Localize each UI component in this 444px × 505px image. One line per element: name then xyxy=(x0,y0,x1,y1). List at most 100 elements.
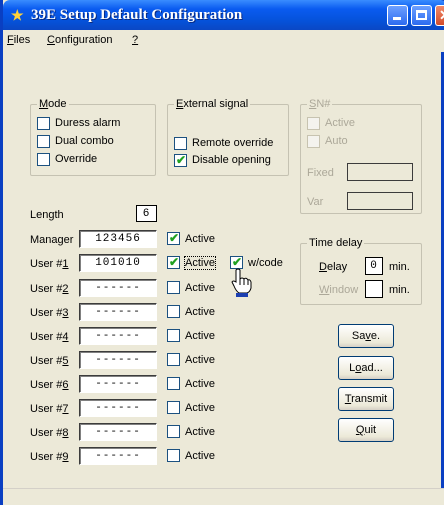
sn-group: SN# Active Auto Fixed Var xyxy=(300,98,422,214)
user-5-active-checkbox[interactable] xyxy=(167,353,180,366)
user-1-active-label: Active xyxy=(184,256,216,270)
menu-help[interactable]: ? xyxy=(132,34,138,46)
checkmark-icon: ✔ xyxy=(176,153,187,167)
user-2-label-text: User # xyxy=(30,283,63,295)
user-6-label: User #6 xyxy=(30,379,69,391)
remote-override-checkbox[interactable] xyxy=(174,137,187,150)
external-signal-legend: External signal xyxy=(174,98,251,110)
user-4-active-checkbox[interactable] xyxy=(167,329,180,342)
user-7-active-checkbox[interactable] xyxy=(167,401,180,414)
user-3-label-number: 3 xyxy=(62,307,69,319)
user-6-label-number: 6 xyxy=(62,379,69,391)
close-icon: ✕ xyxy=(439,7,444,24)
dual-combo-label: Dual combo xyxy=(55,135,114,147)
user-2-code-field[interactable]: ------ xyxy=(79,279,157,297)
hand-cursor-icon xyxy=(231,268,252,297)
user-4-label-number: 4 xyxy=(62,331,69,343)
user-1-label: User #1 xyxy=(30,258,69,270)
disable-opening-label: Disable opening xyxy=(192,154,271,166)
override-checkbox[interactable] xyxy=(37,153,50,166)
close-button[interactable]: ✕ xyxy=(435,5,444,26)
manager-active-checkbox[interactable]: ✔ xyxy=(167,231,180,245)
window-field[interactable] xyxy=(365,280,383,298)
menu-configuration-mnemonic: C xyxy=(47,34,55,46)
user-1-label-number: 1 xyxy=(62,258,69,270)
mode-legend-label: ode xyxy=(48,98,67,110)
user-9-active-label: Active xyxy=(185,450,215,462)
time-delay-group: Time delay Delay 0 min. Window min. xyxy=(300,237,422,305)
user-7-active-label: Active xyxy=(185,402,215,414)
sn-fixed-field[interactable] xyxy=(347,163,413,181)
user-9-code-field[interactable]: ------ xyxy=(79,447,157,465)
user-2-active-checkbox[interactable] xyxy=(167,281,180,294)
sn-active-checkbox[interactable] xyxy=(307,117,320,130)
user-2-label-number: 2 xyxy=(62,283,69,295)
mode-legend: Mode xyxy=(37,98,69,110)
user-9-label-text: User # xyxy=(30,451,63,463)
disable-opening-checkbox[interactable]: ✔ xyxy=(174,153,187,167)
mode-legend-mnemonic: M xyxy=(39,98,49,110)
external-signal-group: External signal Remote override ✔ Disabl… xyxy=(167,98,289,176)
user-9-active-checkbox[interactable] xyxy=(167,449,180,462)
user-3-active-checkbox[interactable] xyxy=(167,305,180,318)
user-6-label-text: User # xyxy=(30,379,63,391)
external-signal-label: xternal signal xyxy=(183,98,249,110)
sn-fixed-label: Fixed xyxy=(307,167,334,179)
maximize-button[interactable] xyxy=(411,5,432,26)
user-5-label: User #5 xyxy=(30,355,69,367)
checkmark-icon: ✔ xyxy=(169,231,180,245)
user-6-active-checkbox[interactable] xyxy=(167,377,180,390)
user-1-label-text: User # xyxy=(30,258,63,270)
user-3-label-text: User # xyxy=(30,307,63,319)
user-1-active-checkbox[interactable]: ✔ xyxy=(167,255,180,269)
sn-legend-label: N# xyxy=(316,98,331,110)
window-title: 39E Setup Default Configuration xyxy=(31,7,243,23)
user-8-active-checkbox[interactable] xyxy=(167,425,180,438)
transmit-label: ransmit xyxy=(351,393,388,405)
minimize-button[interactable] xyxy=(387,5,408,26)
user-8-label-number: 8 xyxy=(62,427,69,439)
user-6-code-field[interactable]: ------ xyxy=(79,375,157,393)
user-3-active-label: Active xyxy=(185,306,215,318)
delay-field[interactable]: 0 xyxy=(365,257,383,275)
length-field[interactable]: 6 xyxy=(136,205,157,222)
manager-code-field[interactable]: 123456 xyxy=(79,230,157,248)
user-4-code-field[interactable]: ------ xyxy=(79,327,157,345)
checkmark-icon: ✔ xyxy=(169,255,180,269)
user-8-label-text: User # xyxy=(30,427,63,439)
user-3-label: User #3 xyxy=(30,307,69,319)
user-9-label: User #9 xyxy=(30,451,69,463)
duress-alarm-checkbox[interactable] xyxy=(37,117,50,130)
transmit-button[interactable]: Transmit xyxy=(338,387,394,411)
quit-button[interactable]: Quit xyxy=(338,418,394,442)
sn-var-field[interactable] xyxy=(347,192,413,210)
user-5-active-label: Active xyxy=(185,354,215,366)
user-3-code-field[interactable]: ------ xyxy=(79,303,157,321)
sn-auto-checkbox[interactable] xyxy=(307,135,320,148)
menu-help-label: ? xyxy=(132,34,139,46)
remote-override-label: Remote override xyxy=(192,137,274,149)
delay-mnemonic: D xyxy=(319,261,327,273)
save-label-post: e. xyxy=(370,330,381,342)
user-5-code-field[interactable]: ------ xyxy=(79,351,157,369)
load-button[interactable]: Load... xyxy=(338,356,394,380)
user-8-code-field[interactable]: ------ xyxy=(79,423,157,441)
user-7-code-field[interactable]: ------ xyxy=(79,399,157,417)
user-1-code-field[interactable]: 101010 xyxy=(79,254,157,272)
manager-label: Manager xyxy=(30,234,74,246)
save-label-pre: Sa xyxy=(351,330,366,342)
window-unit: min. xyxy=(389,284,410,296)
delay-label: Delay xyxy=(319,261,347,273)
duress-alarm-label: Duress alarm xyxy=(55,117,121,129)
menu-configuration[interactable]: Configuration xyxy=(47,34,112,46)
user-8-active-label: Active xyxy=(185,426,215,438)
dual-combo-checkbox[interactable] xyxy=(37,135,50,148)
menu-files[interactable]: Files xyxy=(7,34,30,46)
title-bar[interactable]: ★ 39E Setup Default Configuration ✕ xyxy=(3,0,444,30)
load-label-post: ad... xyxy=(361,362,383,374)
minimize-icon xyxy=(393,17,401,20)
sn-active-label: Active xyxy=(325,117,355,129)
save-button[interactable]: Save. xyxy=(338,324,394,348)
menu-bar: Files Configuration ? xyxy=(3,30,444,52)
sn-legend: SN# xyxy=(307,98,333,110)
